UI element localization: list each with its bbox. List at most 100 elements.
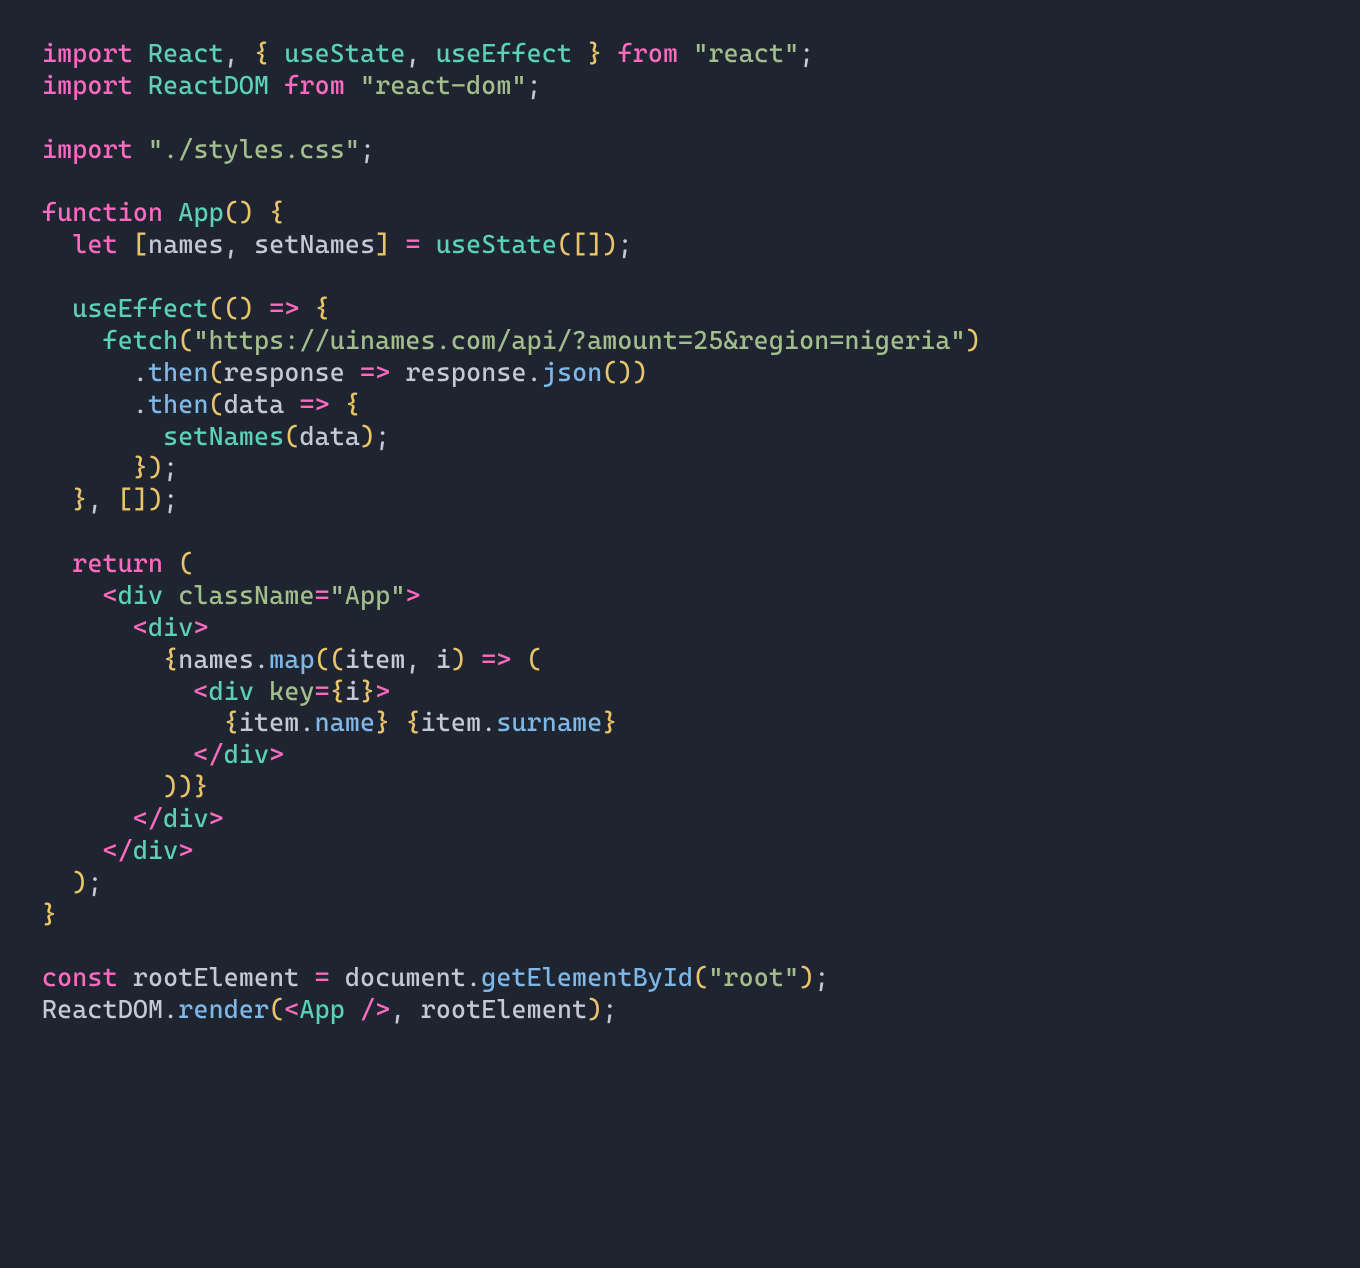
line-14: }); [42,452,178,482]
method-json: json [542,357,603,387]
paren-open: ( [315,644,330,674]
keyword-import: import [42,38,133,68]
jsx-close: > [209,803,224,833]
brace-open: { [224,707,239,737]
identifier-item: item [421,707,482,737]
paren-close: ) [799,962,814,992]
line-12: .then(data => { [42,389,360,419]
call-fetch: fetch [103,325,179,355]
line-22: {item.name} {item.surname} [42,707,618,737]
dot: . [299,707,314,737]
paren-close: ) [966,325,981,355]
keyword-function: function [42,197,163,227]
identifier-names: names [178,644,254,674]
paren-open: ( [284,421,299,451]
jsx-div: div [148,612,193,642]
line-27: ); [42,867,103,897]
brace-close: } [133,452,148,482]
line-28: } [42,899,57,929]
paren-close: ) [163,771,178,801]
keyword-import: import [42,70,133,100]
jsx-app: App [299,994,344,1024]
brace-open: { [345,389,360,419]
semicolon: ; [799,38,814,68]
jsx-div: div [163,803,208,833]
line-31: ReactDOM.render(<App />, rootElement); [42,994,618,1024]
call-usestate: useState [436,229,557,259]
param-i: i [436,644,451,674]
keyword-from: from [618,38,679,68]
comma: , [406,644,421,674]
jsx-slash: / [148,803,163,833]
brace-open: { [405,707,420,737]
paren-close: ) [178,771,193,801]
param-item: item [345,644,406,674]
bracket-close: ] [375,229,390,259]
parens: () [224,293,254,323]
method-map: map [269,644,314,674]
equals: = [315,580,330,610]
semicolon: ; [375,421,390,451]
method-then: then [148,357,209,387]
line-9: useEffect(() => { [42,293,330,323]
identifier-react: React [148,38,224,68]
method-getelementbyid: getElementById [481,962,693,992]
identifier-useeffect: useEffect [436,38,572,68]
code-block: import React, { useState, useEffect } fr… [0,0,1360,1268]
jsx-open: < [103,835,118,865]
paren-open: ( [693,962,708,992]
attr-classname: className [178,580,314,610]
dot: . [466,962,481,992]
method-render: render [178,994,269,1024]
jsx-open: < [103,580,118,610]
brace-close: } [587,38,602,68]
prop-name: name [315,707,376,737]
brace-open: { [315,293,330,323]
dot: . [133,357,148,387]
param-data: data [224,389,285,419]
paren-close: ) [360,421,375,451]
semicolon: ; [814,962,829,992]
paren-close: ) [633,357,648,387]
line-1: import React, { useState, useEffect } fr… [42,38,814,68]
semicolon: ; [360,134,375,164]
call-useeffect: useEffect [72,293,208,323]
string-url: "https://uinames.com/api/?amount=25&regi… [193,325,965,355]
identifier-usestate: useState [284,38,405,68]
keyword-return: return [72,548,163,578]
brace-close: } [360,676,375,706]
comma: , [87,484,102,514]
dot: . [527,357,542,387]
prop-surname: surname [496,707,602,737]
string-root: "root" [708,962,799,992]
semicolon: ; [527,70,542,100]
operator-equals: = [406,229,421,259]
line-19: <div> [42,612,209,642]
line-10: fetch("https://uinames.com/api/?amount=2… [42,325,981,355]
jsx-div: div [118,580,163,610]
brace-close: } [602,707,617,737]
brace-close: } [375,707,390,737]
paren-open: ( [269,994,284,1024]
jsx-open: < [193,739,208,769]
jsx-close: > [178,835,193,865]
semicolon: ; [87,867,102,897]
paren-open: ( [209,293,224,323]
jsx-open: < [193,676,208,706]
identifier-response: response [406,357,527,387]
parens: () [602,357,632,387]
jsx-div: div [133,835,178,865]
string-react: "react" [693,38,799,68]
identifier-reactdom: ReactDOM [148,70,269,100]
comma: , [224,229,239,259]
line-4: import "./styles.css"; [42,134,375,164]
identifier-names: names [148,229,224,259]
paren-close: ) [72,867,87,897]
line-25: </div> [42,803,224,833]
bracket-open: [ [133,229,148,259]
identifier-document: document [345,962,466,992]
line-18: <div className="App"> [42,580,421,610]
paren-open: ( [557,229,572,259]
jsx-close: > [405,580,420,610]
comma: , [390,994,405,1024]
